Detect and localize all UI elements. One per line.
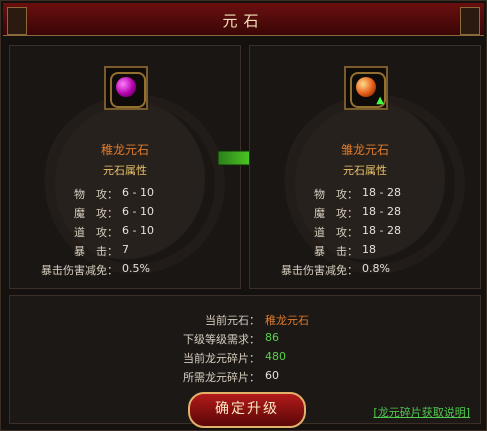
stat-row: 暴 击： 7 — [10, 243, 240, 261]
current-stone-slot[interactable] — [104, 66, 148, 110]
stat-row: 暴击伤害减免： 0.8% — [250, 262, 480, 280]
stat-value: 6 - 10 — [122, 205, 154, 218]
current-stone-subtitle: 元石属性 — [103, 164, 147, 177]
next-stone-name: 雏龙元石 — [340, 143, 389, 157]
window-title: 元石 — [222, 12, 265, 30]
info-value: 86 — [265, 331, 279, 344]
stat-label: 物 攻： — [314, 188, 358, 201]
info-label: 当前元石： — [205, 314, 260, 327]
stat-row: 物 攻： 18 - 28 — [250, 186, 480, 204]
info-row: 所需龙元碎片： 60 — [10, 369, 480, 385]
info-row: 当前元石： 稚龙元石 — [10, 312, 480, 328]
next-stone-subtitle: 元石属性 — [343, 164, 387, 177]
stat-label: 物 攻： — [74, 188, 118, 201]
upgrade-info-panel: 当前元石： 稚龙元石 下级等级需求： 86 当前龙元碎片： 480 所需龙元碎片… — [9, 295, 481, 428]
stat-row: 魔 攻： 6 - 10 — [10, 205, 240, 223]
next-stone-panel: ▲ 雏龙元石 元石属性 物 攻： 18 - 28 魔 攻： 18 - 28 道 … — [249, 45, 481, 289]
confirm-upgrade-button[interactable]: 确定升级 — [188, 392, 306, 428]
info-label: 当前龙元碎片： — [183, 352, 260, 365]
info-label: 所需龙元碎片： — [183, 371, 260, 384]
stat-label: 暴 击： — [74, 245, 118, 258]
info-value: 480 — [265, 350, 286, 363]
stat-row: 暴 击： 18 — [250, 243, 480, 261]
stat-value: 6 - 10 — [122, 186, 154, 199]
info-row: 下级等级需求： 86 — [10, 331, 480, 347]
stat-value: 0.5% — [122, 262, 150, 275]
info-value: 60 — [265, 369, 279, 382]
stat-value: 18 - 28 — [362, 186, 401, 199]
current-stone-name: 稚龙元石 — [100, 143, 149, 157]
stat-label: 暴 击： — [314, 245, 358, 258]
purple-dragon-orb-icon — [116, 77, 136, 97]
help-link[interactable]: [龙元碎片获取说明] — [373, 404, 470, 420]
stat-label: 魔 攻： — [314, 207, 358, 220]
red-dragon-orb-icon — [356, 77, 376, 97]
info-value: 稚龙元石 — [265, 314, 309, 327]
stat-value: 18 - 28 — [362, 205, 401, 218]
info-label: 下级等级需求： — [183, 333, 260, 346]
title-bar: 元石 — [3, 3, 484, 36]
green-up-arrow-icon: ▲ — [376, 95, 384, 106]
stat-value: 0.8% — [362, 262, 390, 275]
stat-row: 暴击伤害减免： 0.5% — [10, 262, 240, 280]
info-row: 当前龙元碎片： 480 — [10, 350, 480, 366]
current-stone-panel: 稚龙元石 元石属性 物 攻： 6 - 10 魔 攻： 6 - 10 道 攻： 6… — [9, 45, 241, 289]
stat-label: 道 攻： — [74, 226, 118, 239]
stat-label: 暴击伤害减免： — [41, 264, 118, 277]
stat-value: 18 - 28 — [362, 224, 401, 237]
stat-row: 物 攻： 6 - 10 — [10, 186, 240, 204]
next-stone-slot[interactable]: ▲ — [344, 66, 388, 110]
stat-row: 道 攻： 6 - 10 — [10, 224, 240, 242]
stat-label: 道 攻： — [314, 226, 358, 239]
stat-value: 7 — [122, 243, 129, 256]
stat-value: 18 — [362, 243, 376, 256]
stat-row: 魔 攻： 18 - 28 — [250, 205, 480, 223]
stat-row: 道 攻： 18 - 28 — [250, 224, 480, 242]
title-corner-right — [460, 7, 480, 35]
stat-value: 6 - 10 — [122, 224, 154, 237]
upgrade-window: 元石 稚龙元石 元石属性 物 攻： 6 - 10 魔 攻： 6 - 10 道 攻… — [0, 0, 487, 431]
stat-label: 魔 攻： — [74, 207, 118, 220]
stat-label: 暴击伤害减免： — [281, 264, 358, 277]
